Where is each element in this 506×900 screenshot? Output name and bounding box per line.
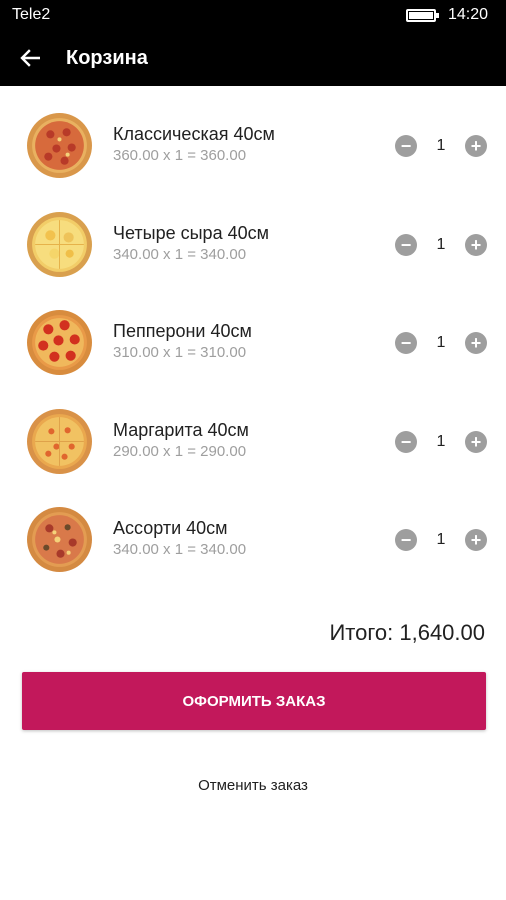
item-name: Классическая 40см — [113, 124, 275, 144]
minus-icon[interactable]: − — [395, 135, 417, 157]
page-title: Корзина — [66, 46, 148, 69]
status-time: 14:20 — [447, 6, 488, 23]
quantity-value: 1 — [436, 137, 446, 154]
quantity-value: 1 — [436, 432, 446, 450]
item-text: Четыре сыра 40см 340.00 x 1 = 340.00 — [113, 222, 269, 264]
plus-icon[interactable]: + — [465, 430, 487, 453]
quantity-stepper: − 1 + — [395, 233, 487, 257]
item-price: 340.00 x 1 = 340.00 — [113, 245, 247, 263]
item-name: Маргарита 40см — [113, 419, 249, 440]
battery-icon — [405, 8, 439, 22]
item-price: 360.00 x 1 = 360.00 — [113, 147, 247, 164]
item-name: Четыре сыра 40см — [113, 222, 269, 243]
app-bar: Корзина — [0, 30, 506, 86]
cart-item: Пепперони 40см 310.00 x 1 = 310.00 − 1 + — [0, 293, 506, 392]
plus-icon[interactable]: + — [465, 529, 487, 551]
item-text: Пепперони 40см 310.00 x 1 = 310.00 — [113, 320, 252, 362]
minus-icon[interactable]: − — [395, 332, 417, 354]
checkout-button[interactable]: ОФОРМИТЬ ЗАКАЗ — [22, 672, 486, 730]
cart-item: Ассорти 40см 340.00 x 1 = 340.00 − 1 + — [0, 490, 506, 589]
cancel-order-button[interactable]: Отменить заказ — [0, 770, 506, 800]
pizza-pepperoni-image — [27, 310, 92, 375]
quantity-stepper: − 1 + — [395, 134, 487, 158]
arrow-left-icon — [20, 49, 40, 67]
status-bar: Tele2 14:20 — [0, 0, 506, 30]
back-button[interactable] — [18, 46, 42, 70]
cart-item: Четыре сыра 40см 340.00 x 1 = 340.00 − 1… — [0, 195, 506, 294]
quantity-stepper: − 1 + — [395, 430, 487, 454]
cart-list: Классическая 40см 360.00 x 1 = 360.00 − … — [0, 96, 506, 589]
minus-icon[interactable]: − — [395, 233, 417, 256]
pizza-classic-image — [27, 113, 92, 178]
plus-icon[interactable]: + — [465, 332, 487, 354]
plus-icon[interactable]: + — [465, 233, 487, 256]
status-right: 14:20 — [405, 6, 488, 24]
item-text: Классическая 40см 360.00 x 1 = 360.00 — [113, 123, 275, 165]
item-text: Маргарита 40см 290.00 x 1 = 290.00 — [113, 419, 249, 461]
minus-icon[interactable]: − — [395, 529, 417, 551]
item-name: Ассорти 40см — [113, 518, 228, 538]
plus-icon[interactable]: + — [465, 135, 487, 157]
pizza-margherita-image — [27, 408, 92, 474]
pizza-assorti-image — [27, 507, 92, 572]
cart-total: Итого: 1,640.00 — [329, 620, 485, 645]
quantity-value: 1 — [436, 235, 446, 253]
quantity-stepper: − 1 + — [395, 331, 487, 355]
item-price: 340.00 x 1 = 340.00 — [113, 541, 247, 558]
minus-icon[interactable]: − — [395, 430, 417, 453]
carrier-label: Tele2 — [12, 6, 51, 23]
quantity-value: 1 — [436, 531, 446, 548]
pizza-four-cheese-image — [27, 211, 92, 277]
item-price: 310.00 x 1 = 310.00 — [113, 344, 247, 361]
quantity-stepper: − 1 + — [395, 528, 487, 552]
cart-item: Классическая 40см 360.00 x 1 = 360.00 − … — [0, 96, 506, 195]
quantity-value: 1 — [436, 334, 446, 351]
item-price: 290.00 x 1 = 290.00 — [113, 442, 247, 460]
item-text: Ассорти 40см 340.00 x 1 = 340.00 — [113, 517, 246, 559]
item-name: Пепперони 40см — [113, 321, 252, 341]
cart-item: Маргарита 40см 290.00 x 1 = 290.00 − 1 + — [0, 392, 506, 491]
